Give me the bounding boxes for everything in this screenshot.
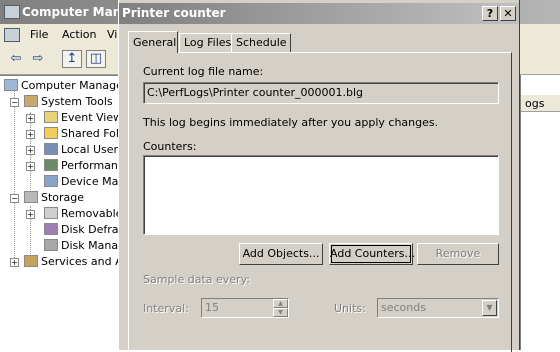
counters-label: Counters:: [143, 140, 197, 153]
details-pane: ogs: [520, 75, 560, 350]
help-button[interactable]: ?: [482, 6, 498, 21]
units-label: Units:: [334, 302, 366, 315]
close-button[interactable]: ✕: [500, 6, 516, 21]
tree-connector: [14, 86, 15, 266]
expand-icon[interactable]: +: [26, 114, 35, 123]
storage-icon: [24, 191, 38, 203]
remove-button[interactable]: Remove: [417, 243, 499, 265]
performance-icon: [44, 159, 58, 171]
up-folder-icon[interactable]: ↥: [62, 50, 82, 68]
chevron-down-icon[interactable]: ▼: [482, 300, 497, 316]
tree-item-shared-folders[interactable]: Shared Fold: [44, 126, 118, 142]
counters-list[interactable]: [143, 155, 499, 235]
general-tab-panel: Current log file name: C:\PerfLogs\Print…: [128, 52, 512, 352]
expand-icon[interactable]: +: [10, 258, 19, 267]
tab-log-files[interactable]: Log Files: [179, 33, 233, 52]
collapse-icon[interactable]: −: [10, 194, 19, 203]
event-viewer-icon: [44, 111, 58, 123]
forward-arrow-icon[interactable]: ⇨: [28, 50, 48, 68]
tree-item-local-users[interactable]: Local Users: [44, 142, 118, 158]
expand-icon[interactable]: +: [26, 130, 35, 139]
tree-item-event-viewer[interactable]: Event Viewe: [44, 110, 118, 126]
tools-icon: [24, 95, 38, 107]
spin-up-icon[interactable]: ▲: [273, 299, 288, 308]
tree-item-disk-defragmenter[interactable]: Disk Defrag: [44, 222, 118, 238]
tree-item-system-tools[interactable]: System Tools: [24, 94, 113, 110]
spin-down-icon[interactable]: ▼: [273, 308, 288, 317]
menu-file[interactable]: File: [30, 28, 48, 41]
menu-action[interactable]: Action: [62, 28, 96, 41]
current-log-field[interactable]: C:\PerfLogs\Printer counter_000001.blg: [143, 82, 499, 104]
dialog-title-bar[interactable]: Printer counter ? ✕: [119, 3, 519, 24]
users-icon: [44, 143, 58, 155]
expand-icon[interactable]: +: [26, 210, 35, 219]
services-icon: [24, 255, 38, 267]
expand-icon[interactable]: +: [26, 146, 35, 155]
tree-item-computer-management[interactable]: Computer Manager: [4, 78, 118, 94]
computer-management-icon: [4, 5, 20, 19]
back-arrow-icon[interactable]: ⇦: [6, 50, 26, 68]
tab-schedule[interactable]: Schedule: [231, 33, 291, 52]
defrag-icon: [44, 223, 58, 235]
tree-item-device-manager[interactable]: Device Mar: [44, 174, 118, 190]
units-value: seconds: [381, 301, 426, 314]
tab-general[interactable]: General: [128, 31, 178, 53]
removable-storage-icon: [44, 207, 58, 219]
tree-item-performance[interactable]: Performance: [44, 158, 118, 174]
sample-data-label: Sample data every:: [143, 273, 250, 286]
printer-counter-dialog: Printer counter ? ✕ General Log Files Sc…: [118, 0, 520, 352]
current-log-label: Current log file name:: [143, 65, 264, 78]
shared-folder-icon: [44, 127, 58, 139]
tree-item-removable-storage[interactable]: Removable: [44, 206, 118, 222]
console-tree: Computer Manager − System Tools + Event …: [0, 75, 118, 351]
column-header-logs[interactable]: ogs: [521, 95, 560, 112]
tree-item-disk-management[interactable]: Disk Manag: [44, 238, 118, 254]
console-icon[interactable]: [4, 28, 20, 42]
interval-spinner[interactable]: 15 ▲ ▼: [201, 298, 289, 318]
add-objects-button[interactable]: Add Objects...: [239, 243, 323, 265]
disk-management-icon: [44, 239, 58, 251]
add-counters-button[interactable]: Add Counters...: [329, 243, 415, 265]
expand-icon[interactable]: +: [26, 162, 35, 171]
device-manager-icon: [44, 175, 58, 187]
interval-label: Interval:: [143, 302, 189, 315]
menu-view[interactable]: Vi: [107, 28, 117, 41]
dialog-title: Printer counter: [122, 6, 226, 20]
info-text: This log begins immediately after you ap…: [143, 116, 439, 129]
computer-icon: [4, 79, 18, 91]
tree-item-services-and-applications[interactable]: Services and A: [24, 254, 118, 270]
show-hide-tree-icon[interactable]: ◫: [86, 50, 106, 68]
collapse-icon[interactable]: −: [10, 98, 19, 107]
tree-item-storage[interactable]: Storage: [24, 190, 84, 206]
units-select[interactable]: seconds ▼: [377, 298, 499, 318]
